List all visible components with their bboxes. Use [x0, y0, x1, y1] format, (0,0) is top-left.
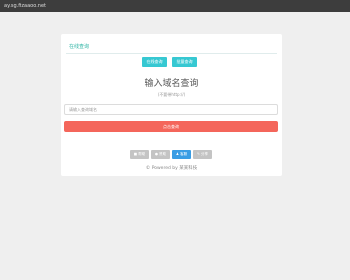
page-title: 输入域名查询	[144, 79, 199, 89]
support-button[interactable]: ♟ 客服	[172, 150, 191, 159]
header-divider	[66, 53, 277, 54]
domain-search-input[interactable]	[64, 104, 278, 115]
top-bar: ay.sg.fizaaoo.net	[0, 0, 350, 12]
tab-batch-query[interactable]: 批量查询	[172, 57, 197, 67]
share-button[interactable]: ✎ 分享	[193, 150, 212, 159]
donate-button[interactable]: ● 赞助	[151, 150, 170, 159]
submit-query-button[interactable]: 点击查询	[64, 121, 278, 132]
tab-online-query[interactable]: 在线查询	[142, 57, 167, 67]
site-title: ay.sg.fizaaoo.net	[4, 3, 46, 9]
input-hint: (不要带http://)	[157, 92, 186, 97]
card-header: 在线查询	[69, 44, 90, 50]
powered-by: © Powered by 某某科技	[145, 166, 198, 171]
help-button[interactable]: ■ 帮助	[130, 150, 149, 159]
query-card: 在线查询 在线查询 批量查询 输入域名查询 (不要带http://) 点击查询 …	[61, 34, 282, 176]
